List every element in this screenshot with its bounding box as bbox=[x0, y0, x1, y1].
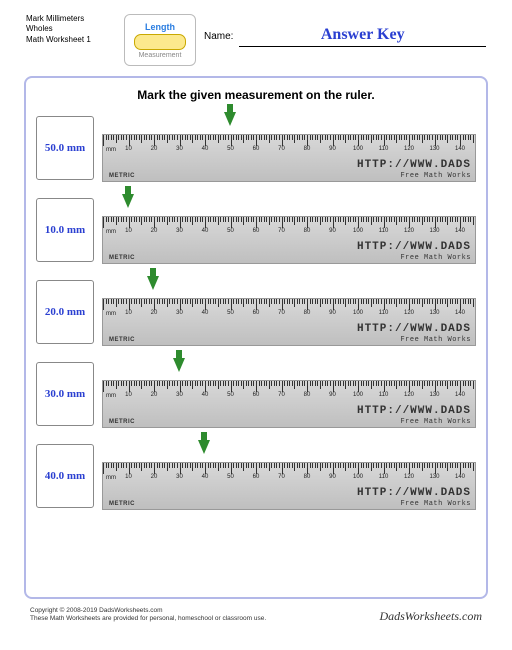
ruler-wrap: mm102030405060708090100110120130140150HT… bbox=[102, 440, 476, 508]
title-line-1: Mark Millimeters bbox=[26, 14, 116, 24]
footer-left: Copyright © 2008-2019 DadsWorksheets.com… bbox=[30, 607, 266, 624]
content-frame: Mark the given measurement on the ruler.… bbox=[24, 76, 488, 599]
ruler-watermark: HTTP://WWW.DADS bbox=[357, 241, 471, 253]
ruler-watermark: HTTP://WWW.DADS bbox=[357, 405, 471, 417]
ruler-watermark-sub: Free Math Works bbox=[400, 172, 471, 180]
title-line-2: Wholes bbox=[26, 24, 116, 34]
ruler: mm102030405060708090100110120130140150HT… bbox=[102, 380, 476, 428]
name-field: Name: Answer Key bbox=[204, 14, 486, 47]
value-box: 10.0 mm bbox=[36, 198, 94, 262]
logo-length-text: Length bbox=[145, 22, 175, 32]
ruler-wrap: mm102030405060708090100110120130140150HT… bbox=[102, 276, 476, 344]
ruler-wrap: mm102030405060708090100110120130140150HT… bbox=[102, 358, 476, 426]
ruler-watermark-sub: Free Math Works bbox=[400, 336, 471, 344]
ruler-watermark: HTTP://WWW.DADS bbox=[357, 159, 471, 171]
metric-label: METRIC bbox=[109, 337, 135, 343]
problem-row: 40.0 mmmm1020304050607080901001101201301… bbox=[36, 440, 476, 508]
footer-brand: DadsWorksheets.com bbox=[379, 609, 482, 624]
ruler-watermark: HTTP://WWW.DADS bbox=[357, 323, 471, 335]
arrow-down-icon bbox=[173, 358, 185, 372]
ruler-wrap: mm102030405060708090100110120130140150HT… bbox=[102, 112, 476, 180]
ruler: mm102030405060708090100110120130140150HT… bbox=[102, 298, 476, 346]
ruler-watermark-sub: Free Math Works bbox=[400, 500, 471, 508]
ruler-watermark-sub: Free Math Works bbox=[400, 254, 471, 262]
logo: Length Measurement bbox=[124, 14, 196, 66]
name-value: Answer Key bbox=[239, 26, 486, 47]
footer: Copyright © 2008-2019 DadsWorksheets.com… bbox=[16, 605, 496, 626]
arrow-down-icon bbox=[198, 440, 210, 454]
metric-label: METRIC bbox=[109, 173, 135, 179]
copyright: Copyright © 2008-2019 DadsWorksheets.com bbox=[30, 607, 266, 615]
problem-row: 20.0 mmmm1020304050607080901001101201301… bbox=[36, 276, 476, 344]
value-box: 30.0 mm bbox=[36, 362, 94, 426]
problem-list: 50.0 mmmm1020304050607080901001101201301… bbox=[36, 112, 476, 508]
worksheet-page: Mark Millimeters Wholes Math Worksheet 1… bbox=[16, 10, 496, 626]
value-box: 40.0 mm bbox=[36, 444, 94, 508]
header-meta: Mark Millimeters Wholes Math Worksheet 1 bbox=[26, 14, 116, 45]
arrow-down-icon bbox=[224, 112, 236, 126]
ruler-icon bbox=[134, 34, 186, 50]
problem-row: 10.0 mmmm1020304050607080901001101201301… bbox=[36, 194, 476, 262]
header: Mark Millimeters Wholes Math Worksheet 1… bbox=[16, 10, 496, 70]
footer-note: These Math Worksheets are provided for p… bbox=[30, 615, 266, 623]
ruler: mm102030405060708090100110120130140150HT… bbox=[102, 134, 476, 182]
logo-measurement-text: Measurement bbox=[139, 52, 182, 59]
ruler: mm102030405060708090100110120130140150HT… bbox=[102, 462, 476, 510]
ruler-wrap: mm102030405060708090100110120130140150HT… bbox=[102, 194, 476, 262]
title-line-3: Math Worksheet 1 bbox=[26, 35, 116, 45]
value-box: 50.0 mm bbox=[36, 116, 94, 180]
metric-label: METRIC bbox=[109, 255, 135, 261]
value-box: 20.0 mm bbox=[36, 280, 94, 344]
ruler-watermark-sub: Free Math Works bbox=[400, 418, 471, 426]
ruler: mm102030405060708090100110120130140150HT… bbox=[102, 216, 476, 264]
problem-row: 30.0 mmmm1020304050607080901001101201301… bbox=[36, 358, 476, 426]
problem-row: 50.0 mmmm1020304050607080901001101201301… bbox=[36, 112, 476, 180]
metric-label: METRIC bbox=[109, 501, 135, 507]
ruler-watermark: HTTP://WWW.DADS bbox=[357, 487, 471, 499]
instructions: Mark the given measurement on the ruler. bbox=[36, 88, 476, 102]
metric-label: METRIC bbox=[109, 419, 135, 425]
arrow-down-icon bbox=[147, 276, 159, 290]
name-label: Name: bbox=[204, 31, 233, 42]
arrow-down-icon bbox=[122, 194, 134, 208]
